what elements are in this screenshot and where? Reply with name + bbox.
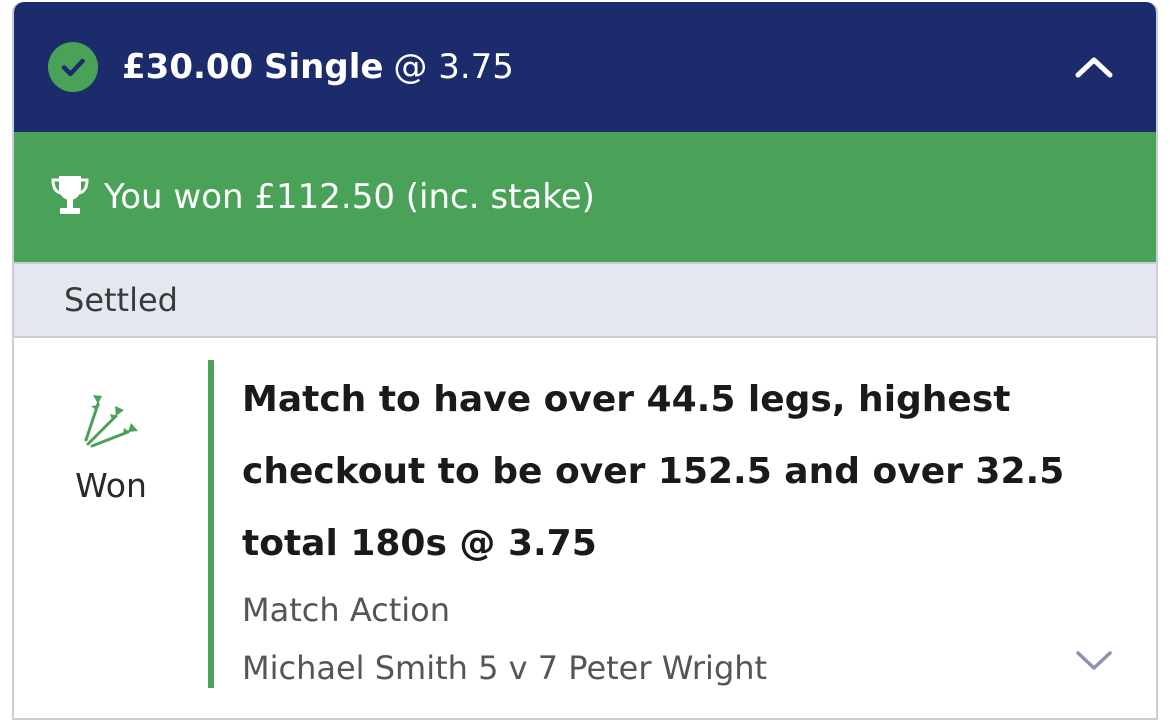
market-type: Match Action	[242, 591, 451, 629]
bet-title: £30.00 Single @ 3.75	[122, 47, 514, 87]
bet-odds: @ 3.75	[393, 47, 514, 87]
selection-result: Won	[75, 466, 147, 505]
bet-card: £30.00 Single @ 3.75 You won £112.50 (inc…	[12, 2, 1158, 720]
bet-header[interactable]: £30.00 Single @ 3.75	[14, 2, 1156, 132]
selection-details: Match to have over 44.5 legs, highest ch…	[242, 364, 1082, 690]
winnings-banner: You won £112.50 (inc. stake)	[14, 132, 1156, 262]
event-name: Michael Smith 5 v 7 Peter Wright	[242, 649, 768, 687]
result-column: Won	[14, 338, 208, 718]
bet-stake: £30.00	[122, 47, 254, 87]
darts-icon	[80, 390, 142, 448]
chevron-up-icon[interactable]	[1072, 45, 1116, 89]
chevron-down-icon[interactable]	[1072, 642, 1116, 678]
check-circle-icon	[48, 42, 98, 92]
bet-status: Settled	[64, 281, 178, 319]
result-divider	[208, 360, 214, 688]
bet-status-bar: Settled	[14, 262, 1156, 338]
market-description: Match to have over 44.5 legs, highest ch…	[242, 379, 1065, 564]
bet-type: Single	[264, 47, 384, 87]
trophy-icon	[50, 174, 90, 220]
selection-row[interactable]: Won Match to have over 44.5 legs, highes…	[14, 338, 1156, 718]
winnings-text: You won £112.50 (inc. stake)	[104, 177, 595, 217]
